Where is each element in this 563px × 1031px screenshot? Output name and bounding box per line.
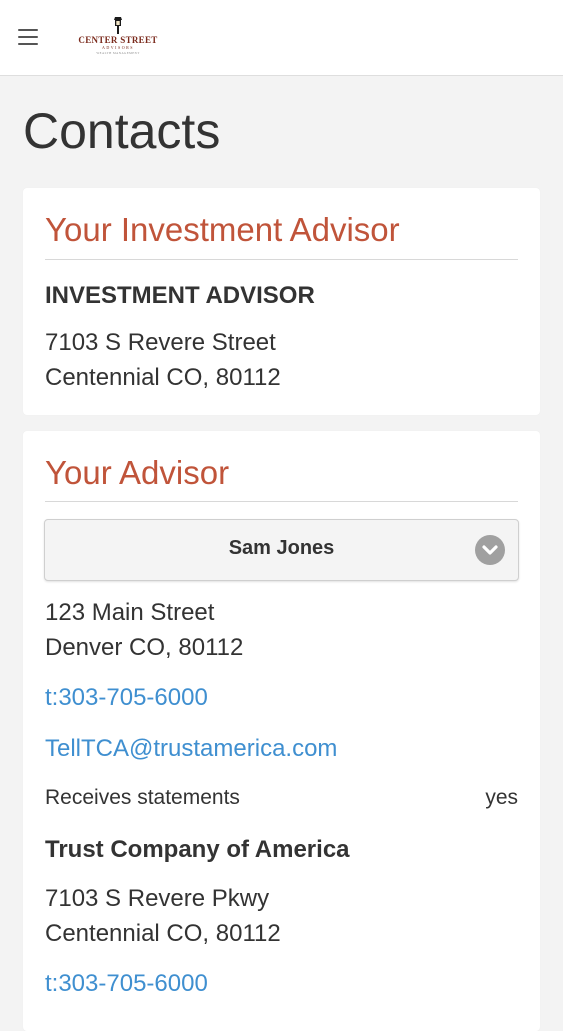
lamp-post-icon	[114, 17, 122, 34]
investment-advisor-address-line1: 7103 S Revere Street	[45, 329, 276, 356]
advisor-email-link[interactable]: TellTCA@trustamerica.com	[45, 735, 337, 763]
receives-statements-value: yes	[485, 786, 518, 809]
page-title: Contacts	[23, 103, 221, 159]
your-advisor-heading: Your Advisor	[45, 454, 230, 491]
top-bar: CENTER STREET ADVISORS WEALTH MANAGEMENT	[0, 0, 563, 76]
heading-divider	[45, 501, 518, 502]
advisor-select-value: Sam Jones	[228, 537, 335, 559]
custodian-address-line2: Centennial CO, 80112	[45, 920, 281, 947]
logo-text-line1: CENTER STREET	[78, 35, 158, 45]
logo-text-line3: WEALTH MANAGEMENT	[96, 51, 140, 55]
investment-advisor-card: Your Investment Advisor INVESTMENT ADVIS…	[23, 188, 540, 415]
investment-advisor-address-line2: Centennial CO, 80112	[45, 364, 281, 391]
hamburger-menu-icon[interactable]	[18, 29, 38, 45]
your-advisor-card: Your Advisor Sam Jones 123 Main Street D…	[23, 431, 540, 1031]
advisor-select[interactable]: Sam Jones	[44, 519, 519, 581]
advisor-address-line2: Denver CO, 80112	[45, 634, 244, 661]
advisor-address-line1: 123 Main Street	[45, 599, 215, 626]
investment-advisor-name: INVESTMENT ADVISOR	[45, 282, 315, 309]
custodian-phone-link[interactable]: t:303-705-6000	[45, 970, 208, 998]
heading-divider	[45, 259, 518, 260]
chevron-down-circle-icon	[475, 535, 505, 565]
receives-statements-label: Receives statements	[45, 786, 240, 809]
custodian-address-line1: 7103 S Revere Pkwy	[45, 885, 270, 912]
custodian-name: Trust Company of America	[45, 836, 350, 863]
advisor-phone-link[interactable]: t:303-705-6000	[45, 684, 208, 712]
investment-advisor-heading: Your Investment Advisor	[45, 211, 400, 248]
company-logo[interactable]: CENTER STREET ADVISORS WEALTH MANAGEMENT	[76, 16, 160, 62]
